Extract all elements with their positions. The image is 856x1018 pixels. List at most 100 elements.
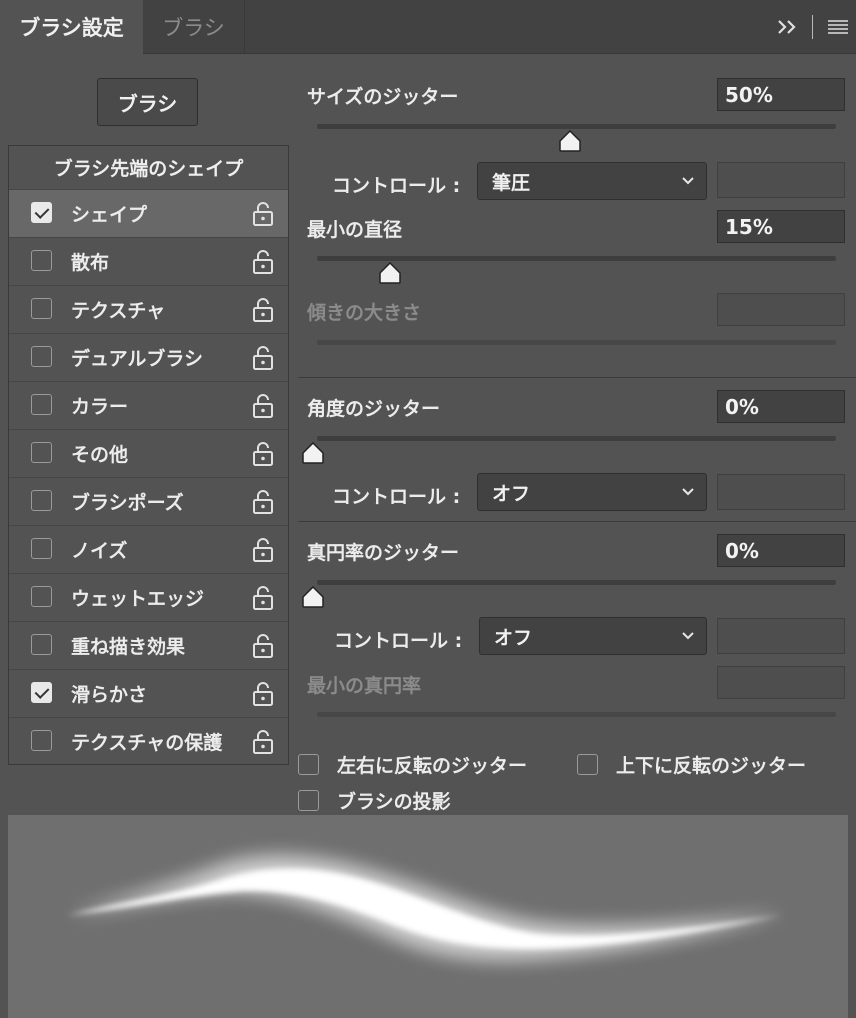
brush-stroke-preview <box>8 815 848 1018</box>
tab-bar: ブラシ設定 ブラシ <box>0 0 856 54</box>
tilt-scale-slider <box>317 340 836 345</box>
unlock-icon[interactable] <box>252 681 274 707</box>
chevron-down-icon <box>682 488 694 496</box>
flip-x-jitter-option[interactable]: 左右に反転のジッター <box>298 751 527 778</box>
unlock-icon[interactable] <box>252 345 274 371</box>
brush-option-checkbox[interactable] <box>31 634 52 655</box>
unlock-icon[interactable] <box>252 201 274 227</box>
min-roundness-value <box>717 666 845 699</box>
flip-x-jitter-label: 左右に反転のジッター <box>337 755 528 777</box>
double-chevron-right-icon[interactable] <box>770 12 806 42</box>
min-roundness-label: 最小の真円率 <box>307 675 422 697</box>
min-diameter-slider[interactable] <box>317 256 836 261</box>
flip-y-jitter-checkbox[interactable] <box>577 754 598 775</box>
unlock-icon[interactable] <box>252 537 274 563</box>
roundness-jitter-slider-thumb[interactable] <box>301 586 325 608</box>
brush-option-label: シェイプ <box>71 203 148 226</box>
control3-extra-field <box>717 618 845 654</box>
min-diameter-value[interactable]: 15% <box>717 210 845 243</box>
brush-option-label: テクスチャ <box>71 299 166 322</box>
brush-options-list: ブラシ先端のシェイプ シェイプ散布テクスチャデュアルブラシ カラーその他ブラシポー… <box>8 145 289 765</box>
brush-option-checkbox[interactable] <box>31 394 52 415</box>
tab-brush[interactable]: ブラシ <box>143 0 245 54</box>
brush-option-item[interactable]: 滑らかさ <box>9 669 288 717</box>
brush-option-label: テクスチャの保護 <box>71 731 223 754</box>
brush-option-label: ノイズ <box>71 539 128 562</box>
brush-option-item[interactable]: 散布 <box>9 237 288 285</box>
brush-option-label: 滑らかさ <box>71 683 148 706</box>
tilt-scale-label: 傾きの大きさ <box>307 302 422 324</box>
control2-label: コントロール : <box>332 486 461 508</box>
brush-projection-option[interactable]: ブラシの投影 <box>298 787 451 814</box>
toolbar-divider <box>812 15 813 39</box>
brush-option-item[interactable]: ウェットエッジ <box>9 573 288 621</box>
control1-extra-field <box>717 162 845 198</box>
size-jitter-slider-thumb[interactable] <box>558 130 582 152</box>
brush-option-checkbox[interactable] <box>31 202 52 223</box>
brush-option-item[interactable]: カラー <box>9 381 288 429</box>
roundness-jitter-value[interactable]: 0% <box>717 534 845 567</box>
unlock-icon[interactable] <box>252 633 274 659</box>
brush-option-label: ウェットエッジ <box>71 587 205 610</box>
control2-select[interactable]: オフ <box>477 473 707 511</box>
control3-select[interactable]: オフ <box>479 617 707 655</box>
brush-option-item[interactable]: テクスチャ <box>9 285 288 333</box>
brush-option-checkbox[interactable] <box>31 490 52 511</box>
control3-select-value: オフ <box>494 626 533 649</box>
brush-option-label: 散布 <box>71 251 110 274</box>
brush-projection-checkbox[interactable] <box>298 790 319 811</box>
min-roundness-slider <box>317 712 836 717</box>
brush-option-item[interactable]: 重ね描き効果 <box>9 621 288 669</box>
section-divider <box>298 377 856 378</box>
tab-brush-settings[interactable]: ブラシ設定 <box>0 0 143 54</box>
control2-extra-field <box>717 474 845 510</box>
unlock-icon[interactable] <box>252 729 274 755</box>
unlock-icon[interactable] <box>252 489 274 515</box>
brush-option-checkbox[interactable] <box>31 250 52 271</box>
control2-select-value: オフ <box>492 482 531 505</box>
brush-option-checkbox[interactable] <box>31 586 52 607</box>
min-diameter-slider-thumb[interactable] <box>378 262 402 284</box>
brush-option-checkbox[interactable] <box>31 346 52 367</box>
brush-option-checkbox[interactable] <box>31 442 52 463</box>
flip-y-jitter-label: 上下に反転のジッター <box>616 755 807 777</box>
brush-option-item[interactable]: テクスチャの保護 <box>9 717 288 765</box>
brush-option-label: その他 <box>71 443 129 466</box>
flip-x-jitter-checkbox[interactable] <box>298 754 319 775</box>
brush-option-item[interactable]: ブラシポーズ <box>9 477 288 525</box>
angle-jitter-label: 角度のジッター <box>307 398 441 420</box>
brush-option-checkbox[interactable] <box>31 538 52 559</box>
roundness-jitter-label: 真円率のジッター <box>307 542 460 564</box>
brush-option-item[interactable]: その他 <box>9 429 288 477</box>
section-divider <box>298 521 856 522</box>
brush-option-item[interactable]: デュアルブラシ <box>9 333 288 381</box>
brush-stroke-graphic <box>68 854 783 961</box>
unlock-icon[interactable] <box>252 249 274 275</box>
unlock-icon[interactable] <box>252 297 274 323</box>
hamburger-menu-icon[interactable] <box>824 12 852 42</box>
brush-option-checkbox[interactable] <box>31 682 52 703</box>
roundness-jitter-slider[interactable] <box>317 580 836 585</box>
size-jitter-value[interactable]: 50% <box>717 78 845 111</box>
brush-tip-shape-header[interactable]: ブラシ先端のシェイプ <box>9 146 288 189</box>
brush-option-checkbox[interactable] <box>31 730 52 751</box>
brush-preset-button[interactable]: ブラシ <box>97 78 198 126</box>
control1-select[interactable]: 筆圧 <box>477 162 707 200</box>
size-jitter-label: サイズのジッター <box>307 86 459 108</box>
chevron-down-icon <box>682 632 694 640</box>
flip-y-jitter-option[interactable]: 上下に反転のジッター <box>577 751 806 778</box>
angle-jitter-value[interactable]: 0% <box>717 390 845 423</box>
size-jitter-slider[interactable] <box>317 124 836 129</box>
brush-option-item[interactable]: シェイプ <box>9 189 288 237</box>
brush-option-item[interactable]: ノイズ <box>9 525 288 573</box>
control3-label: コントロール : <box>334 630 463 652</box>
control1-label: コントロール : <box>332 175 461 197</box>
brush-option-label: カラー <box>71 395 129 418</box>
brush-option-label: デュアルブラシ <box>71 347 204 370</box>
unlock-icon[interactable] <box>252 441 274 467</box>
unlock-icon[interactable] <box>252 585 274 611</box>
angle-jitter-slider[interactable] <box>317 436 836 441</box>
angle-jitter-slider-thumb[interactable] <box>301 442 325 464</box>
brush-option-checkbox[interactable] <box>31 298 52 319</box>
unlock-icon[interactable] <box>252 393 274 419</box>
